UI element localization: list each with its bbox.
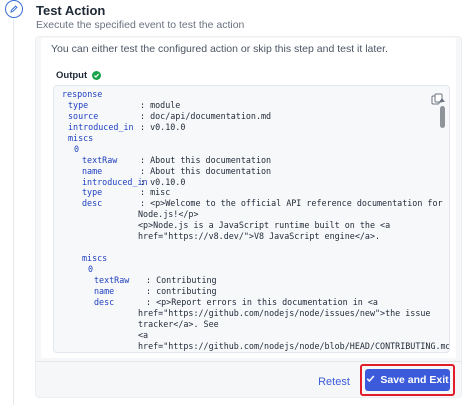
code-line: the contributing guide</a> for direction… <box>54 352 449 353</box>
code-value: : v0.10.0 <box>140 121 186 132</box>
code-line: textRaw : Contributing <box>54 275 434 286</box>
code-key: name <box>94 285 115 296</box>
code-value: : <p>Report errors in this documentation… <box>146 296 378 307</box>
code-value: <p>Node.js is a JavaScript runtime built… <box>138 220 391 231</box>
code-value: : module <box>140 99 181 110</box>
section-title: Test Action <box>36 3 106 18</box>
code-line: desc : <p>Report errors in this documenta… <box>54 297 434 308</box>
code-value: href="https://github.com/nodejs/node/blo… <box>138 340 450 351</box>
code-value: : v0.10.0 <box>140 176 186 187</box>
pencil-icon <box>5 0 23 18</box>
code-key: source <box>68 110 99 121</box>
footer-divider <box>35 361 462 362</box>
code-key: type <box>82 187 103 198</box>
scroll-up-arrow[interactable] <box>439 98 445 102</box>
code-line: <p>Node.js is a JavaScript runtime built… <box>54 220 434 231</box>
code-scrollbar[interactable] <box>439 98 445 350</box>
code-value: : About this documentation <box>140 154 272 165</box>
code-line: 0 <box>54 144 434 155</box>
code-key: desc <box>94 296 115 307</box>
code-value: href="https://github.com/nodejs/node/iss… <box>138 307 431 318</box>
check-icon <box>366 374 375 386</box>
info-text: You can either test the configured actio… <box>51 43 388 55</box>
code-key: 0 <box>88 264 94 274</box>
code-value: : <p>Welcome to the official API referen… <box>140 198 443 209</box>
section-description: Execute the specified event to test the … <box>36 19 245 31</box>
retest-button[interactable]: Retest <box>312 372 356 392</box>
save-and-exit-button[interactable]: Save and Exit <box>365 369 450 391</box>
code-value: : About this documentation <box>140 165 272 176</box>
code-key: miscs <box>82 253 108 264</box>
code-key: introduced_in <box>68 121 134 132</box>
code-value: : misc <box>140 187 171 198</box>
code-value: : Contributing <box>146 274 217 285</box>
code-value: href="https://v8.dev/">V8 JavaScript eng… <box>138 231 381 242</box>
output-heading: Output <box>56 70 102 81</box>
code-line: href="https://github.com/nodejs/node/iss… <box>54 308 434 319</box>
code-key: miscs <box>68 132 94 143</box>
code-line: textRaw : About this documentation <box>54 155 434 166</box>
code-value: <a <box>138 329 149 340</box>
code-value: : doc/api/documentation.md <box>140 110 272 121</box>
code-line: desc : <p>Welcome to the official API ref… <box>54 198 443 209</box>
step-connector-line <box>13 19 14 405</box>
code-line: type : misc <box>54 187 434 198</box>
output-code-viewer[interactable]: response type: module source: doc/api/docu… <box>53 85 450 353</box>
code-key: type <box>68 99 89 110</box>
code-key: desc <box>82 198 103 209</box>
code-line: response <box>54 89 434 100</box>
save-and-exit-label: Save and Exit <box>380 374 449 386</box>
code-value: : contributing <box>146 285 217 296</box>
code-line: href="https://github.com/nodejs/node/blo… <box>54 341 449 352</box>
code-line: source : doc/api/documentation.md <box>54 111 434 122</box>
code-line: miscs <box>54 253 434 264</box>
code-line: name : About this documentation <box>54 166 434 177</box>
code-line: Node.js!</p> <box>54 209 434 220</box>
code-key: response <box>62 89 103 99</box>
code-line: 0 <box>54 264 434 275</box>
check-circle-icon <box>92 71 102 80</box>
code-key: 0 <box>74 143 80 154</box>
code-line: type : module <box>54 100 434 111</box>
code-line: tracker</a>. See <box>54 319 434 330</box>
code-key: textRaw <box>82 154 118 165</box>
code-lines: response type: module source: doc/api/docu… <box>54 89 449 353</box>
scroll-thumb[interactable] <box>440 106 445 128</box>
code-line: name : contributing <box>54 286 434 297</box>
code-line: href="https://v8.dev/">V8 JavaScript eng… <box>54 231 434 242</box>
code-value: the contributing guide</a> for direction… <box>138 352 449 353</box>
code-value: tracker</a>. See <box>138 318 219 329</box>
code-line: <a <box>54 330 434 341</box>
code-line: miscs <box>54 133 434 144</box>
code-line: introduced_in : v0.10.0 <box>54 122 434 133</box>
code-key: name <box>82 165 103 176</box>
code-line: introduced_in: v0.10.0 <box>54 177 434 188</box>
code-value: Node.js!</p> <box>138 209 199 220</box>
code-key: textRaw <box>94 274 130 285</box>
output-label: Output <box>56 70 88 81</box>
code-key: introduced_in <box>82 176 148 187</box>
